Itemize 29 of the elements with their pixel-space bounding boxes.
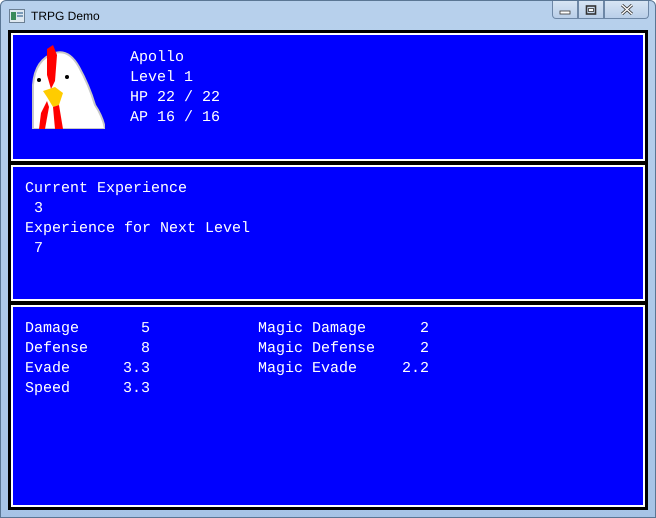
stat-label: Magic Damage (258, 319, 366, 339)
maximize-icon (585, 4, 597, 14)
stat-value: 2 (420, 319, 429, 339)
stat-label: Defense (25, 339, 88, 359)
maximize-button[interactable] (578, 1, 604, 19)
stat-value: 8 (140, 339, 150, 359)
stat-label: Magic Defense (258, 339, 376, 359)
stat-label: Evade (25, 359, 70, 379)
close-button[interactable] (604, 1, 649, 19)
experience-label: Current Experience (25, 179, 188, 199)
window-title: TRPG Demo (31, 8, 100, 22)
stat-value: 3.3 (122, 379, 150, 399)
character-stat: Level 1 (130, 68, 194, 88)
stat-label: Speed (25, 379, 70, 399)
experience-value: 7 (33, 239, 44, 259)
stat-value: 5 (140, 319, 150, 339)
experience-label: Experience for Next Level (25, 219, 252, 239)
character-name: Apollo (130, 48, 186, 68)
minimize-button[interactable] (552, 1, 578, 19)
stat-value: 2 (420, 339, 429, 359)
character-stat: HP 22 / 22 (130, 88, 220, 108)
app-icon (9, 8, 25, 22)
stat-label: Magic Evade (258, 359, 358, 379)
stat-label: Damage (25, 319, 80, 339)
stat-value: 2.2 (402, 359, 429, 379)
stat-value: 3.3 (122, 359, 150, 379)
character-stat: AP 16 / 16 (130, 108, 220, 128)
close-icon (620, 4, 634, 15)
experience-value: 3 (33, 199, 44, 219)
